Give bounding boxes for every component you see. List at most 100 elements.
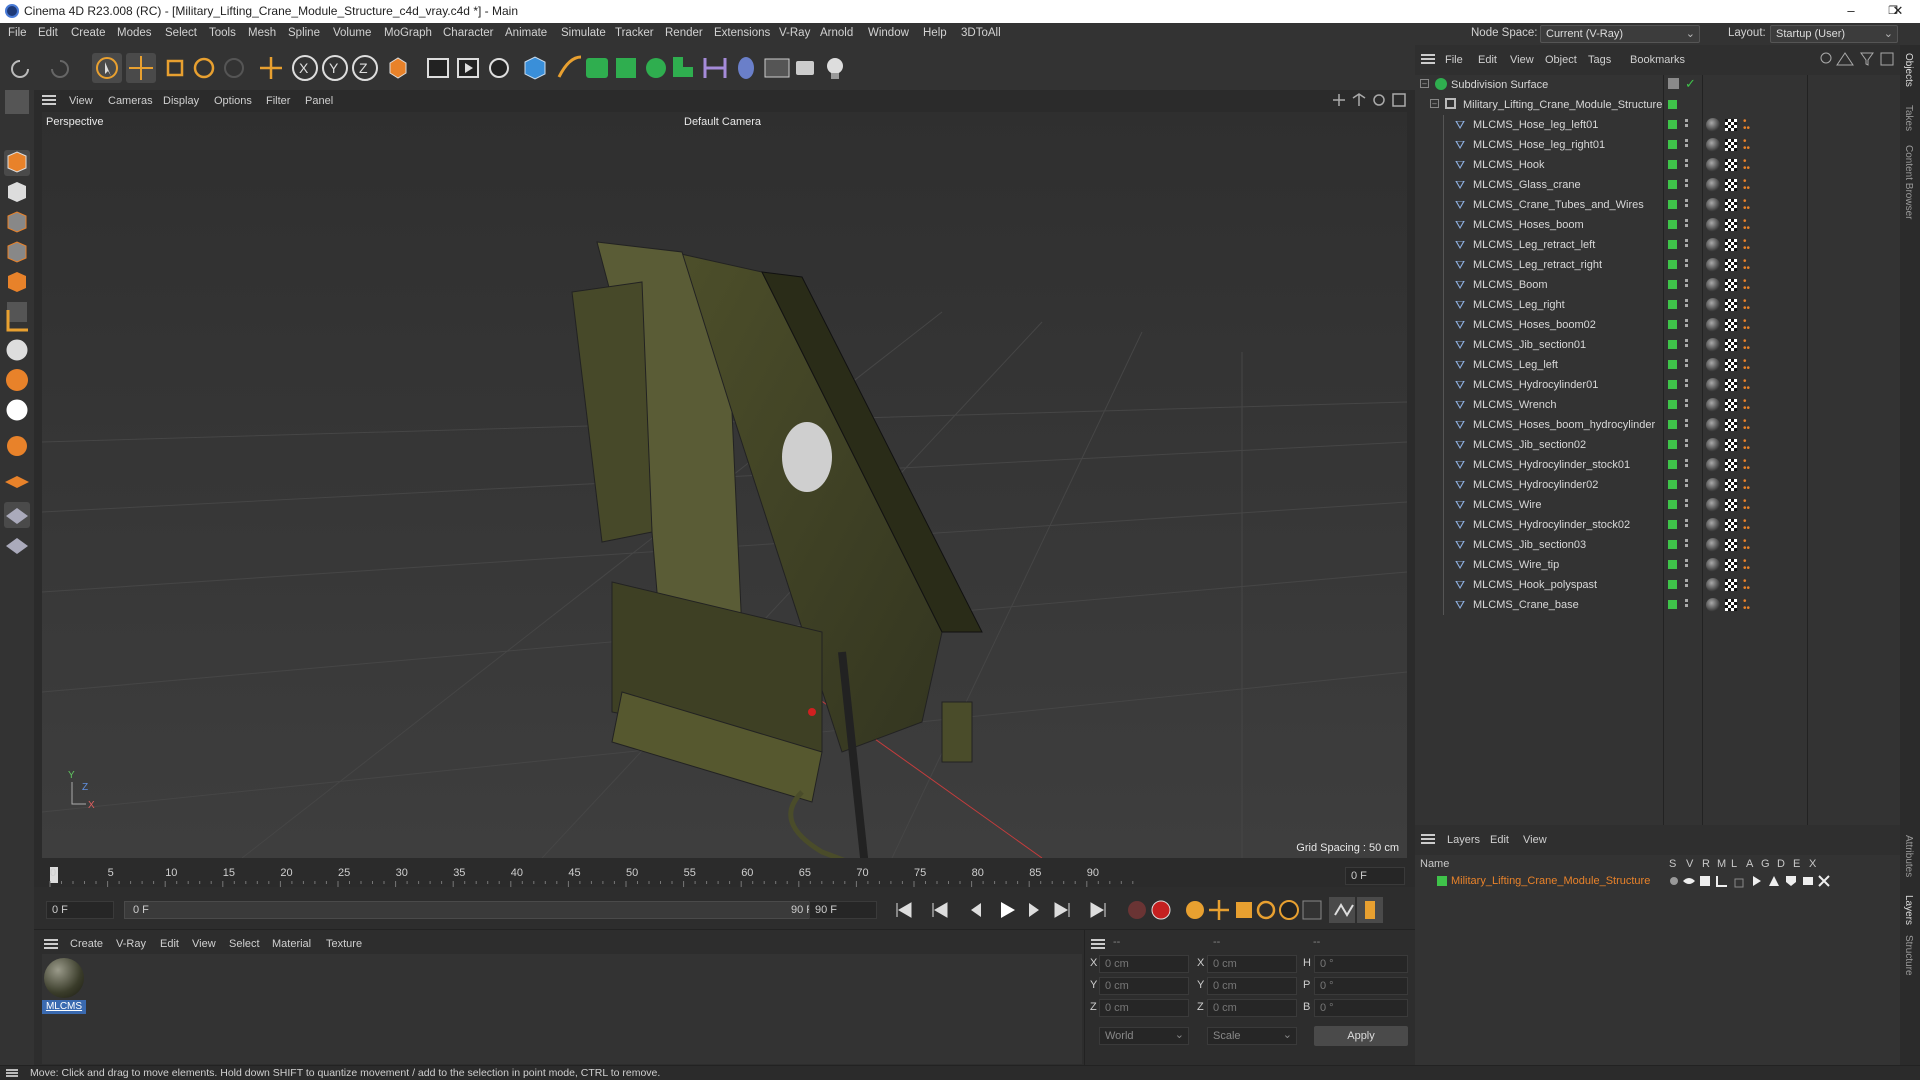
render-dot-icon[interactable] — [1685, 259, 1688, 262]
tree-row-object[interactable]: ⛛ MLCMS_Hose_leg_left01 • •• — [1415, 115, 1805, 135]
texture-tag-icon[interactable] — [1725, 359, 1737, 371]
material-tag-icon[interactable]: • •• — [1743, 597, 1750, 614]
tree-row-object[interactable]: ⛛ MLCMS_Boom • •• — [1415, 275, 1805, 295]
vray-tag-icon[interactable] — [1706, 578, 1720, 592]
menu-arnold[interactable]: Arnold — [820, 27, 853, 39]
om-header-icons[interactable] — [1819, 51, 1899, 67]
minimize-button[interactable]: – — [1828, 0, 1874, 23]
end-frame-field[interactable]: 90 F — [809, 901, 877, 919]
size-field[interactable]: 0 cm — [1207, 999, 1297, 1017]
material-tag-icon[interactable]: • •• — [1743, 277, 1750, 294]
position-field[interactable]: 0 cm — [1099, 955, 1189, 973]
render-dot-icon[interactable] — [1685, 579, 1688, 582]
layout-dropdown[interactable]: Startup (User) ⌄ — [1770, 25, 1898, 43]
viewport-menu-filter[interactable]: Filter — [266, 95, 290, 107]
menu-tools[interactable]: Tools — [209, 27, 236, 39]
vray-tag-icon[interactable] — [1706, 298, 1720, 312]
range-slider[interactable]: 0 F 90 F — [124, 901, 824, 919]
tree-row-object[interactable]: ⛛ MLCMS_Hydrocylinder02 • •• — [1415, 475, 1805, 495]
vray-tag-icon[interactable] — [1706, 358, 1720, 372]
texture-tag-icon[interactable] — [1725, 379, 1737, 391]
mat-menu-material[interactable]: Material — [272, 938, 311, 950]
material-tag-icon[interactable]: • •• — [1743, 297, 1750, 314]
layers-menu-edit[interactable]: Edit — [1490, 834, 1509, 846]
menu-3dtoall[interactable]: 3DToAll — [961, 27, 1001, 39]
tree-row-object[interactable]: ⛛ MLCMS_Hook • •• — [1415, 155, 1805, 175]
material-swatch[interactable]: MLCMS — [42, 956, 86, 1018]
material-tag-icon[interactable]: • •• — [1743, 197, 1750, 214]
render-dot-icon[interactable] — [1685, 359, 1688, 362]
viewport-menu-options[interactable]: Options — [214, 95, 252, 107]
position-field[interactable]: 0 cm — [1099, 977, 1189, 995]
tree-row-object[interactable]: ⛛ MLCMS_Crane_base • •• — [1415, 595, 1805, 615]
texture-tag-icon[interactable] — [1725, 139, 1737, 151]
material-tag-icon[interactable]: • •• — [1743, 157, 1750, 174]
tree-row-object[interactable]: ⛛ MLCMS_Leg_left • •• — [1415, 355, 1805, 375]
render-dot-icon[interactable] — [1685, 219, 1688, 222]
menu-mesh[interactable]: Mesh — [248, 27, 276, 39]
texture-tag-icon[interactable] — [1725, 519, 1737, 531]
vray-tag-icon[interactable] — [1706, 398, 1720, 412]
menu-help[interactable]: Help — [923, 27, 947, 39]
render-dot-icon[interactable] — [1685, 199, 1688, 202]
om-menu-view[interactable]: View — [1510, 54, 1534, 66]
visibility-dot-icon[interactable] — [1668, 380, 1677, 389]
tree-row-object[interactable]: ⛛ MLCMS_Hydrocylinder_stock02 • •• — [1415, 515, 1805, 535]
size-field[interactable]: 0 cm — [1207, 955, 1297, 973]
visibility-dot-icon[interactable] — [1668, 420, 1677, 429]
hamburger-menu-icon[interactable] — [42, 95, 56, 97]
rotation-field[interactable]: 0 ° — [1314, 955, 1408, 973]
material-tag-icon[interactable]: • •• — [1743, 337, 1750, 354]
mat-menu-create[interactable]: Create — [70, 938, 103, 950]
texture-tag-icon[interactable] — [1725, 399, 1737, 411]
texture-tag-icon[interactable] — [1725, 239, 1737, 251]
render-dot-icon[interactable] — [1685, 339, 1688, 342]
rotation-field[interactable]: 0 ° — [1314, 977, 1408, 995]
menu-create[interactable]: Create — [71, 27, 106, 39]
visibility-dot-icon[interactable] — [1668, 500, 1677, 509]
visibility-dot-icon[interactable] — [1668, 200, 1677, 209]
vray-tag-icon[interactable] — [1706, 178, 1720, 192]
hamburger-menu-icon[interactable] — [1091, 939, 1105, 941]
visibility-dot-icon[interactable] — [1668, 160, 1677, 169]
viewport-menu-panel[interactable]: Panel — [305, 95, 333, 107]
render-dot-icon[interactable] — [1685, 459, 1688, 462]
menu-edit[interactable]: Edit — [38, 27, 58, 39]
vray-tag-icon[interactable] — [1706, 118, 1720, 132]
tree-row-object[interactable]: ⛛ MLCMS_Hoses_boom_hydrocylinder • •• — [1415, 415, 1805, 435]
render-dot-icon[interactable] — [1685, 439, 1688, 442]
coordinate-space-dropdown[interactable]: World ⌄ — [1099, 1027, 1189, 1045]
visibility-dot-icon[interactable] — [1668, 240, 1677, 249]
vray-tag-icon[interactable] — [1706, 158, 1720, 172]
tab-layers[interactable]: Layers — [1903, 895, 1914, 925]
vray-tag-icon[interactable] — [1706, 338, 1720, 352]
texture-tag-icon[interactable] — [1725, 559, 1737, 571]
texture-tag-icon[interactable] — [1725, 499, 1737, 511]
tree-row-object[interactable]: ⛛ MLCMS_Hoses_boom02 • •• — [1415, 315, 1805, 335]
mat-menu-edit[interactable]: Edit — [160, 938, 179, 950]
visibility-dot-icon[interactable] — [1668, 440, 1677, 449]
material-tag-icon[interactable]: • •• — [1743, 177, 1750, 194]
texture-tag-icon[interactable] — [1725, 479, 1737, 491]
tree-row-object[interactable]: ⛛ MLCMS_Leg_right • •• — [1415, 295, 1805, 315]
material-tag-icon[interactable]: • •• — [1743, 477, 1750, 494]
render-dot-icon[interactable] — [1685, 419, 1688, 422]
texture-tag-icon[interactable] — [1725, 199, 1737, 211]
render-dot-icon[interactable] — [1685, 119, 1688, 122]
perspective-view[interactable]: Y Z X Perspective Default Camera Grid Sp… — [42, 112, 1407, 858]
om-menu-object[interactable]: Object — [1545, 54, 1577, 66]
tab-takes[interactable]: Takes — [1903, 105, 1914, 131]
tree-row-object[interactable]: ⛛ MLCMS_Hoses_boom • •• — [1415, 215, 1805, 235]
mat-menu-vray[interactable]: V-Ray — [116, 938, 146, 950]
menu-select[interactable]: Select — [165, 27, 197, 39]
mat-menu-select[interactable]: Select — [229, 938, 260, 950]
texture-tag-icon[interactable] — [1725, 259, 1737, 271]
material-tag-icon[interactable]: • •• — [1743, 517, 1750, 534]
tree-row-object[interactable]: ⛛ MLCMS_Jib_section01 • •• — [1415, 335, 1805, 355]
menu-tracker[interactable]: Tracker — [615, 27, 654, 39]
apply-button[interactable]: Apply — [1314, 1026, 1408, 1046]
texture-tag-icon[interactable] — [1725, 539, 1737, 551]
hamburger-menu-icon[interactable] — [44, 939, 58, 941]
om-menu-edit[interactable]: Edit — [1478, 54, 1497, 66]
tree-row-object[interactable]: ⛛ MLCMS_Jib_section03 • •• — [1415, 535, 1805, 555]
